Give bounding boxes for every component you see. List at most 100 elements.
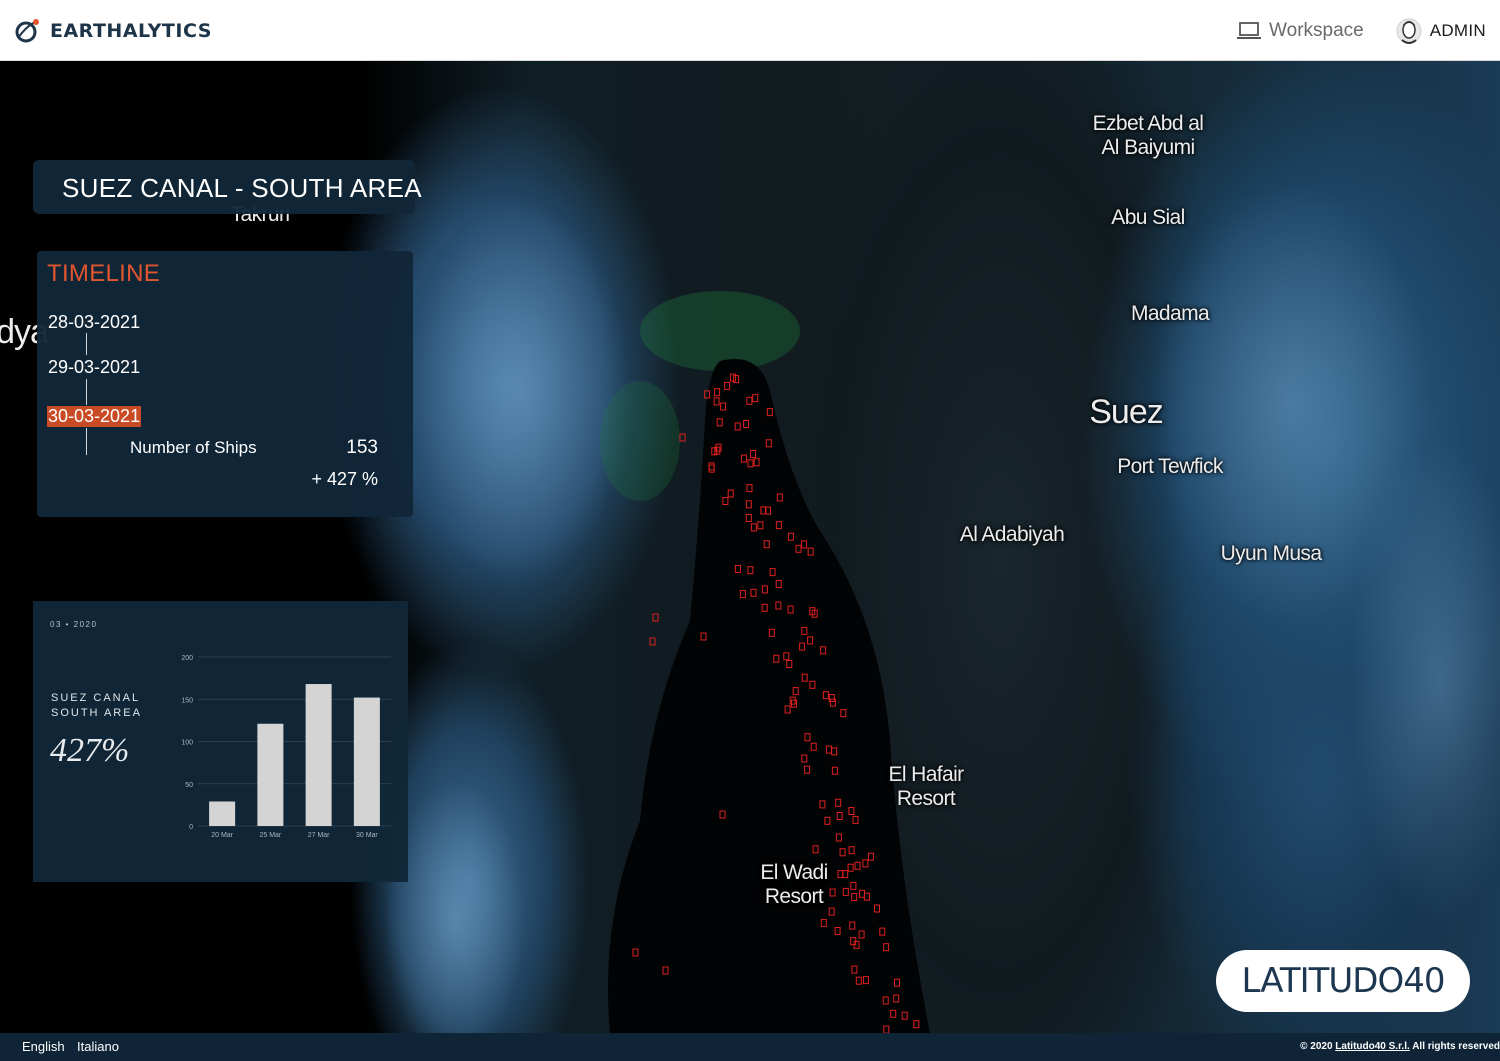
ship-marker[interactable]: [851, 893, 858, 902]
ship-marker[interactable]: [848, 807, 855, 815]
ship-marker[interactable]: [708, 464, 715, 473]
ship-marker[interactable]: [745, 514, 752, 522]
ship-marker[interactable]: [901, 1011, 908, 1020]
ship-marker[interactable]: [708, 462, 715, 471]
ship-marker[interactable]: [855, 976, 862, 985]
ship-marker[interactable]: [652, 613, 659, 622]
ship-marker[interactable]: [714, 388, 721, 397]
ship-marker[interactable]: [799, 642, 806, 651]
ship-marker[interactable]: [795, 544, 802, 553]
ship-marker[interactable]: [746, 396, 753, 405]
ship-marker[interactable]: [765, 439, 772, 448]
ship-marker[interactable]: [893, 994, 900, 1003]
ship-marker[interactable]: [763, 540, 770, 549]
timeline-date-29-03[interactable]: 29-03-2021: [47, 357, 141, 378]
ship-marker[interactable]: [700, 632, 707, 641]
ship-marker[interactable]: [753, 458, 760, 467]
ship-marker[interactable]: [807, 547, 814, 556]
ship-marker[interactable]: [786, 660, 793, 668]
ship-marker[interactable]: [854, 861, 861, 870]
timeline-date-30-03[interactable]: 30-03-2021: [47, 406, 142, 427]
ship-marker[interactable]: [894, 978, 900, 987]
latitudo-badge[interactable]: LATITUDO40: [1216, 950, 1470, 1012]
lang-english[interactable]: English: [22, 1039, 65, 1054]
ship-marker[interactable]: [775, 580, 782, 588]
ship-marker[interactable]: [750, 523, 757, 532]
ship-marker[interactable]: [769, 568, 776, 577]
ship-marker[interactable]: [801, 673, 808, 682]
ship-marker[interactable]: [734, 422, 741, 431]
ship-marker[interactable]: [766, 408, 773, 417]
ship-marker[interactable]: [752, 394, 759, 403]
ship-marker[interactable]: [720, 402, 727, 411]
ship-marker[interactable]: [842, 887, 849, 896]
ship-marker[interactable]: [776, 493, 783, 502]
ship-marker[interactable]: [801, 626, 808, 635]
ship-marker[interactable]: [820, 918, 827, 927]
ship-marker[interactable]: [761, 585, 768, 594]
ship-marker[interactable]: [840, 709, 847, 718]
ship-marker[interactable]: [713, 397, 720, 406]
chart-bar-27-mar[interactable]: [305, 684, 332, 826]
ship-marker[interactable]: [750, 450, 757, 458]
ship-marker[interactable]: [743, 420, 750, 428]
chart-bar-25-mar[interactable]: [257, 723, 284, 826]
workspace-link[interactable]: Workspace: [1237, 20, 1364, 42]
ship-marker[interactable]: [727, 489, 734, 498]
ship-marker[interactable]: [913, 1020, 920, 1029]
copyright-link[interactable]: Latitudo40 S.r.l.: [1335, 1041, 1409, 1052]
ship-marker[interactable]: [863, 892, 870, 901]
ship-marker[interactable]: [724, 381, 731, 390]
ship-marker[interactable]: [734, 564, 741, 573]
ship-marker[interactable]: [775, 521, 782, 530]
timeline-date-28-03[interactable]: 28-03-2021: [47, 312, 141, 333]
ship-marker[interactable]: [740, 454, 747, 463]
ship-marker[interactable]: [768, 628, 775, 637]
ship-marker[interactable]: [757, 521, 764, 530]
ship-marker[interactable]: [858, 930, 865, 939]
ship-marker[interactable]: [775, 601, 782, 610]
ship-marker[interactable]: [809, 680, 816, 689]
ship-marker[interactable]: [874, 904, 880, 913]
ship-marker[interactable]: [822, 691, 829, 700]
ship-marker[interactable]: [862, 976, 869, 985]
lang-italiano[interactable]: Italiano: [77, 1039, 119, 1054]
ship-marker[interactable]: [739, 590, 746, 599]
ship-marker[interactable]: [662, 966, 669, 975]
ship-marker[interactable]: [879, 927, 886, 936]
ship-marker[interactable]: [801, 754, 808, 763]
ship-marker[interactable]: [632, 948, 639, 957]
ship-marker[interactable]: [820, 646, 827, 655]
ship-marker[interactable]: [847, 863, 854, 872]
ship-marker[interactable]: [831, 747, 838, 756]
ship-marker[interactable]: [859, 889, 865, 898]
ship-marker[interactable]: [825, 745, 832, 754]
ship-marker[interactable]: [850, 881, 857, 890]
ship-marker[interactable]: [773, 654, 780, 663]
ship-marker[interactable]: [761, 603, 768, 612]
ship-marker[interactable]: [804, 733, 811, 742]
ship-marker[interactable]: [649, 637, 656, 646]
ship-marker[interactable]: [745, 500, 752, 509]
ship-marker[interactable]: [835, 833, 842, 842]
ship-marker[interactable]: [746, 484, 753, 493]
ship-marker[interactable]: [750, 588, 757, 597]
ship-marker[interactable]: [883, 1025, 890, 1033]
ship-marker[interactable]: [848, 846, 855, 855]
ship-marker[interactable]: [890, 1009, 897, 1018]
ship-marker[interactable]: [882, 996, 889, 1005]
ship-marker[interactable]: [787, 532, 794, 541]
ship-marker[interactable]: [828, 907, 835, 916]
ship-marker[interactable]: [716, 418, 723, 427]
ship-marker[interactable]: [849, 921, 856, 930]
ship-marker[interactable]: [839, 848, 846, 857]
ship-marker[interactable]: [792, 687, 799, 696]
ship-marker[interactable]: [810, 742, 817, 751]
admin-menu[interactable]: ADMIN: [1396, 17, 1486, 45]
ship-marker[interactable]: [831, 766, 838, 775]
ship-marker[interactable]: [862, 859, 869, 868]
ship-marker[interactable]: [835, 798, 842, 807]
ship-marker[interactable]: [804, 765, 811, 774]
ship-marker[interactable]: [722, 497, 729, 505]
ship-marker[interactable]: [783, 652, 790, 661]
